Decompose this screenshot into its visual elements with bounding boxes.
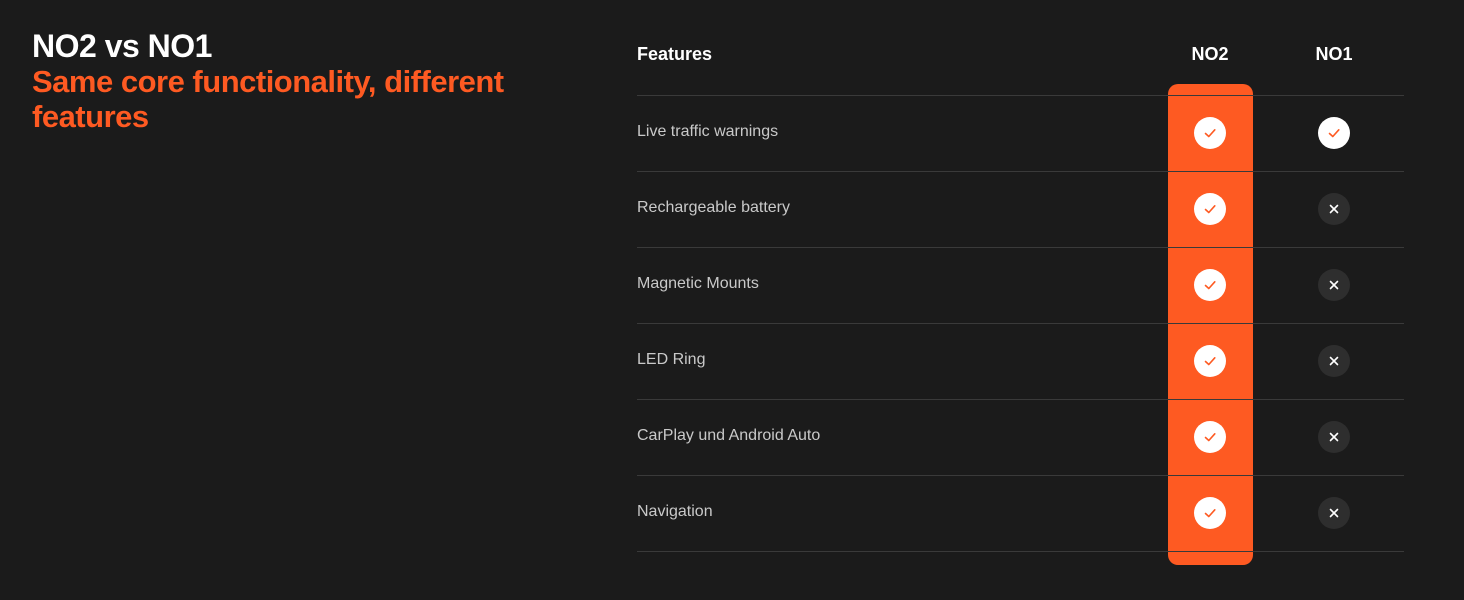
- table-row: LED Ring: [637, 324, 1404, 400]
- feature-label: Live traffic warnings: [637, 123, 779, 140]
- feature-label: LED Ring: [637, 351, 706, 368]
- comparison-table: Features NO2 NO1 Live traffic warnings Re…: [637, 38, 1404, 552]
- cross-icon: [1318, 345, 1350, 377]
- table-row: Magnetic Mounts: [637, 248, 1404, 324]
- feature-label: Rechargeable battery: [637, 199, 790, 216]
- check-icon: [1318, 117, 1350, 149]
- no2-column-header: NO2: [1191, 44, 1229, 64]
- table-row: CarPlay und Android Auto: [637, 400, 1404, 476]
- heading-block: NO2 vs NO1 Same core functionality, diff…: [32, 28, 552, 134]
- feature-label: Navigation: [637, 503, 713, 520]
- feature-label: CarPlay und Android Auto: [637, 427, 821, 444]
- cross-icon: [1318, 269, 1350, 301]
- table-row: Rechargeable battery: [637, 172, 1404, 248]
- check-icon: [1194, 345, 1226, 377]
- table-header-row: Features NO2 NO1: [637, 38, 1404, 96]
- cross-icon: [1318, 193, 1350, 225]
- check-icon: [1194, 193, 1226, 225]
- check-icon: [1194, 269, 1226, 301]
- check-icon: [1194, 497, 1226, 529]
- no1-column-header: NO1: [1315, 44, 1353, 64]
- cross-icon: [1318, 421, 1350, 453]
- features-column-header: Features: [637, 44, 713, 64]
- check-icon: [1194, 421, 1226, 453]
- table-row: Live traffic warnings: [637, 96, 1404, 172]
- page-title: NO2 vs NO1: [32, 28, 212, 64]
- page-subtitle: Same core functionality, different featu…: [32, 64, 504, 134]
- table-body: Live traffic warnings Rechargeable batter…: [637, 96, 1404, 552]
- feature-label: Magnetic Mounts: [637, 275, 759, 292]
- table-row: Navigation: [637, 476, 1404, 552]
- cross-icon: [1318, 497, 1350, 529]
- check-icon: [1194, 117, 1226, 149]
